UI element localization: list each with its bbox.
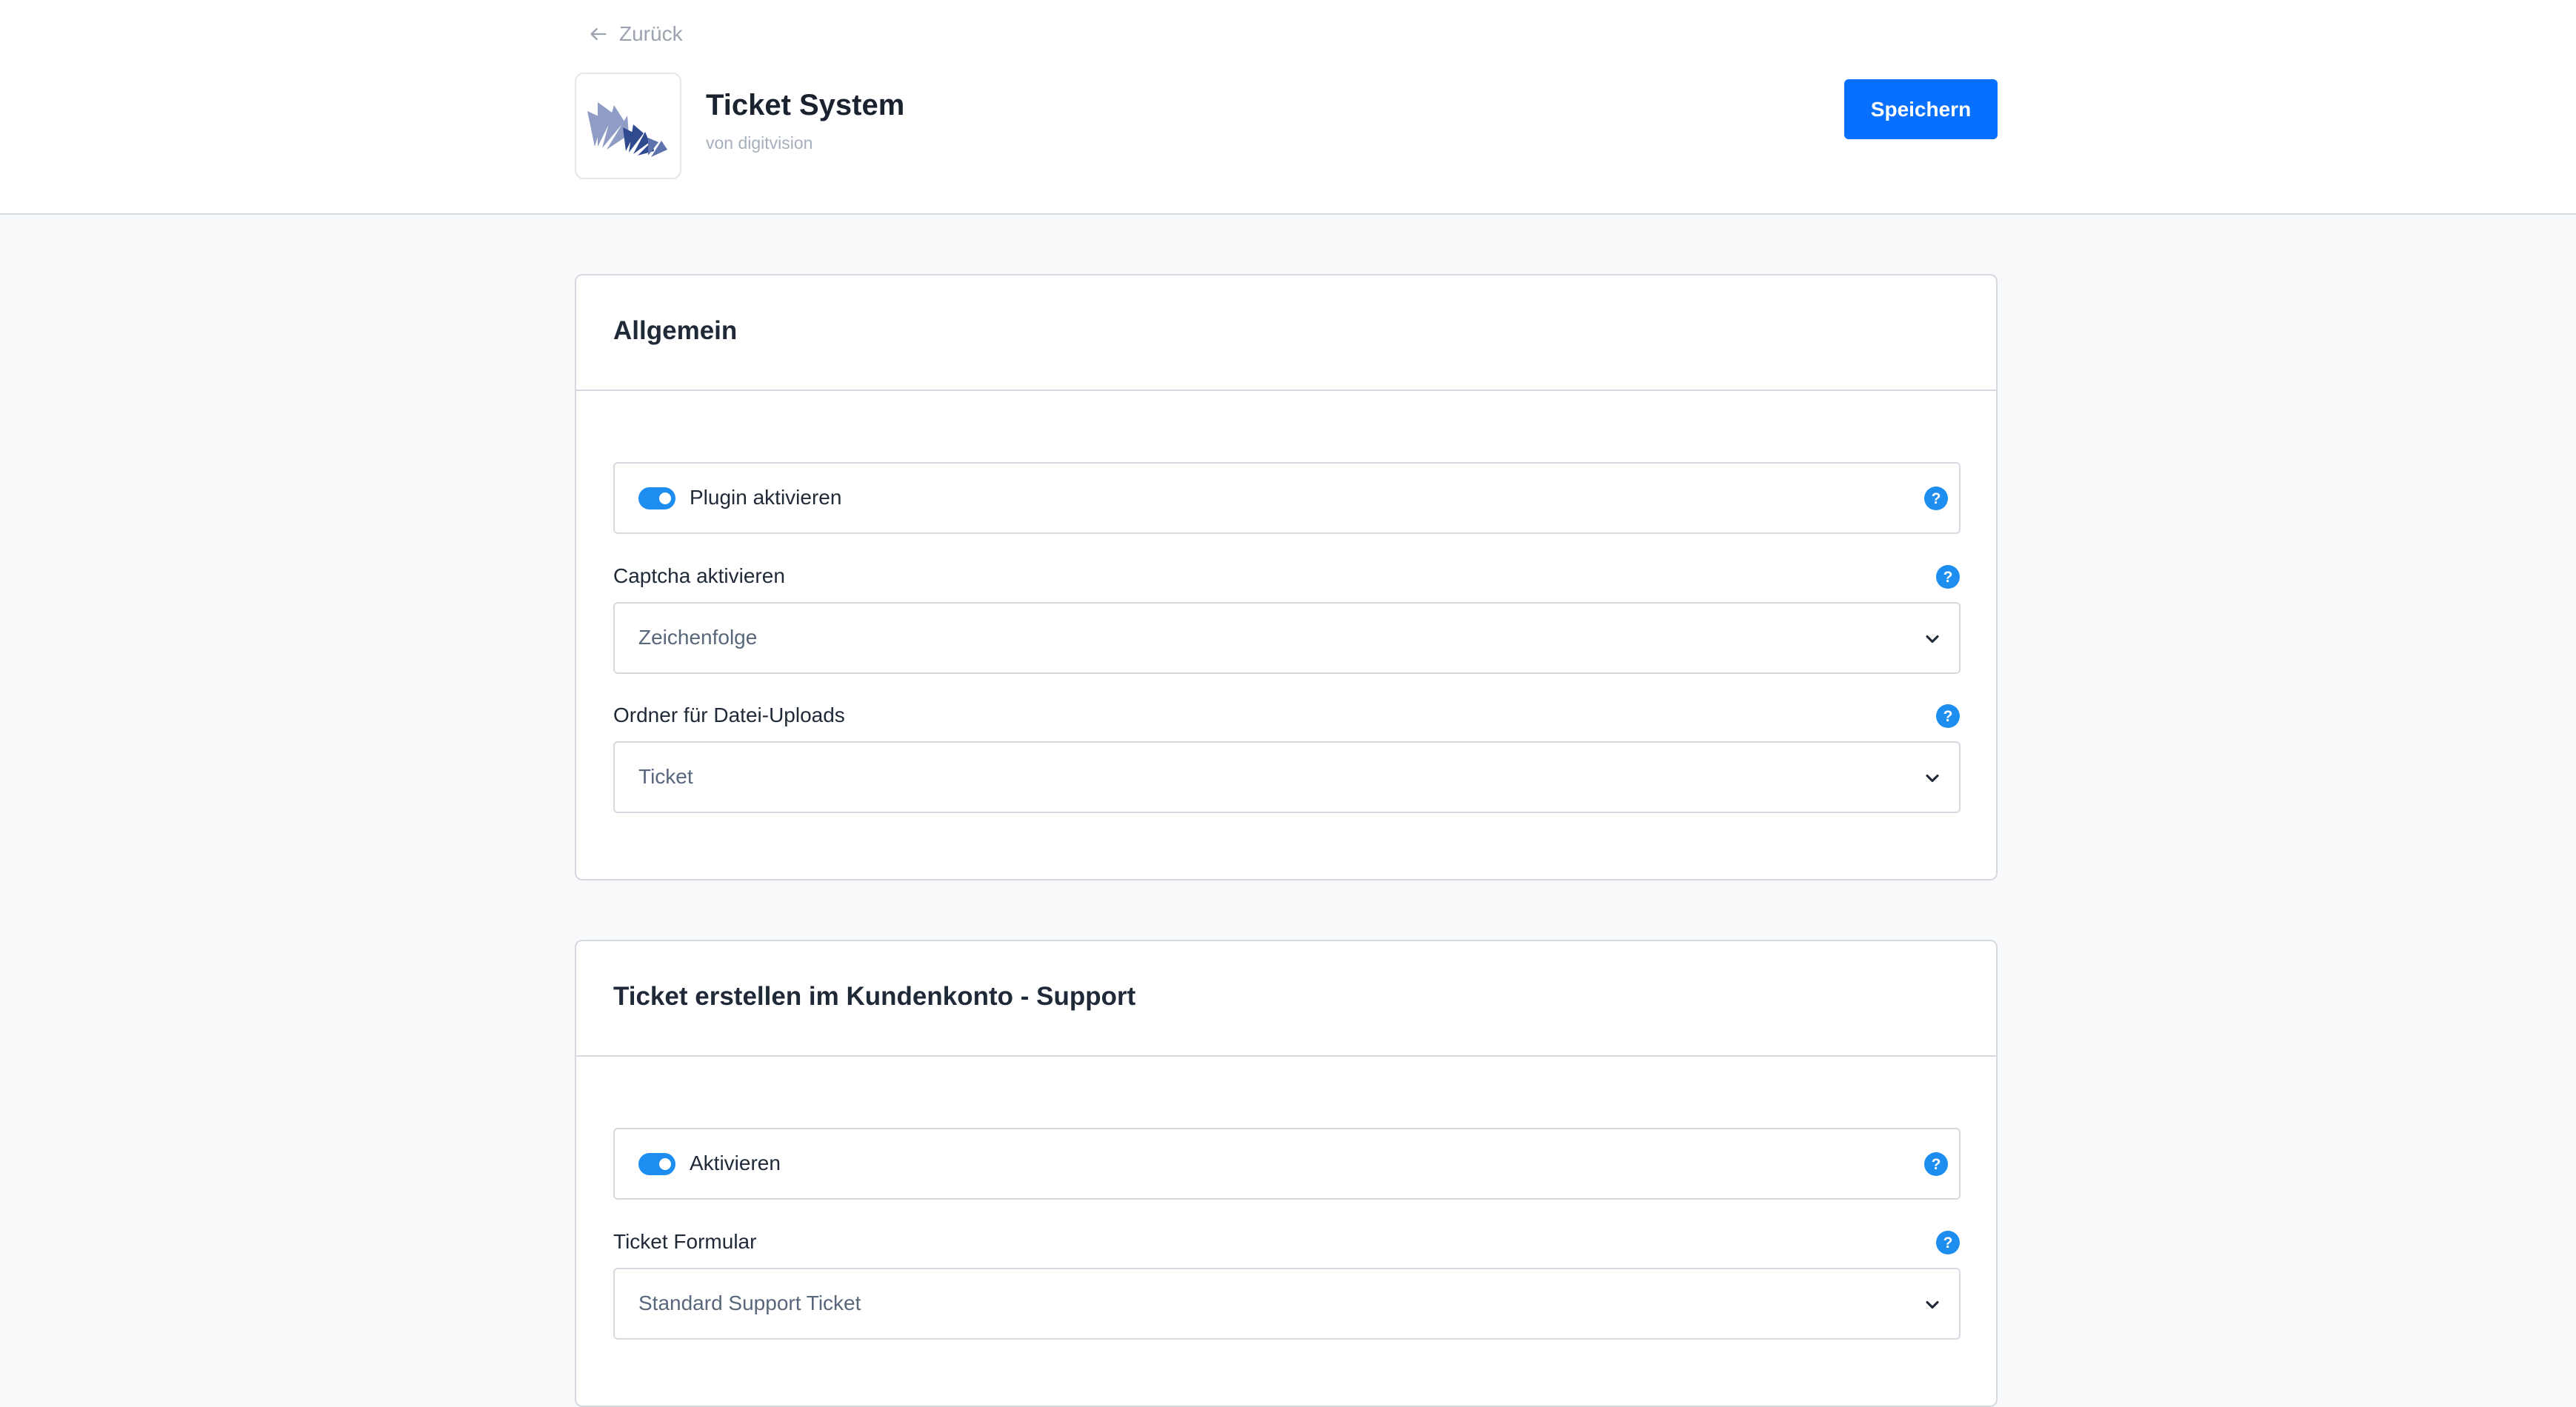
plugin-enable-label: Plugin aktivieren bbox=[690, 486, 842, 509]
support-enable-row: Aktivieren ? bbox=[613, 1128, 1961, 1200]
section-card-general: Allgemein Plugin aktivieren ? Captcha ak… bbox=[575, 274, 1998, 880]
plugin-enable-row: Plugin aktivieren ? bbox=[613, 462, 1961, 534]
arrow-left-icon bbox=[590, 27, 607, 41]
support-enable-toggle[interactable] bbox=[638, 1153, 675, 1175]
help-icon[interactable]: ? bbox=[1936, 704, 1960, 728]
upload-folder-select[interactable]: Ticket bbox=[613, 741, 1961, 813]
ticket-form-label: Ticket Formular bbox=[613, 1230, 757, 1253]
captcha-select-value: Zeichenfolge bbox=[638, 626, 758, 649]
chevron-down-icon bbox=[1926, 635, 1939, 644]
toggle-knob bbox=[659, 492, 671, 504]
upload-folder-select-value: Ticket bbox=[638, 765, 693, 788]
help-icon[interactable]: ? bbox=[1924, 487, 1948, 510]
toggle-knob bbox=[659, 1158, 671, 1170]
help-icon[interactable]: ? bbox=[1924, 1152, 1948, 1176]
section-title: Ticket erstellen im Kundenkonto - Suppor… bbox=[613, 982, 1136, 1011]
save-button[interactable]: Speichern bbox=[1844, 79, 1998, 139]
app-logo bbox=[575, 73, 681, 179]
chevron-down-icon bbox=[1926, 1300, 1939, 1309]
ticket-form-select-value: Standard Support Ticket bbox=[638, 1291, 861, 1314]
section-header: Ticket erstellen im Kundenkonto - Suppor… bbox=[576, 941, 1996, 1057]
section-header: Allgemein bbox=[576, 275, 1996, 391]
section-card-support: Ticket erstellen im Kundenkonto - Suppor… bbox=[575, 940, 1998, 1407]
digitvision-logo-icon bbox=[587, 102, 667, 157]
help-icon[interactable]: ? bbox=[1936, 565, 1960, 589]
app-title: Ticket System bbox=[706, 89, 905, 121]
upload-folder-label: Ordner für Datei-Uploads bbox=[613, 704, 845, 726]
ticket-form-select[interactable]: Standard Support Ticket bbox=[613, 1268, 1961, 1340]
help-icon[interactable]: ? bbox=[1936, 1231, 1960, 1254]
back-link[interactable]: Zurück bbox=[588, 19, 683, 49]
section-title: Allgemein bbox=[613, 316, 738, 345]
chevron-down-icon bbox=[1926, 774, 1939, 783]
captcha-label: Captcha aktivieren bbox=[613, 564, 785, 587]
app-header: Zurück Ticket System von digitvision Spe bbox=[0, 0, 2576, 215]
back-link-label: Zurück bbox=[619, 22, 683, 45]
support-enable-label: Aktivieren bbox=[690, 1152, 781, 1174]
captcha-select[interactable]: Zeichenfolge bbox=[613, 602, 1961, 674]
app-vendor: von digitvision bbox=[706, 133, 813, 153]
plugin-enable-toggle[interactable] bbox=[638, 487, 675, 509]
